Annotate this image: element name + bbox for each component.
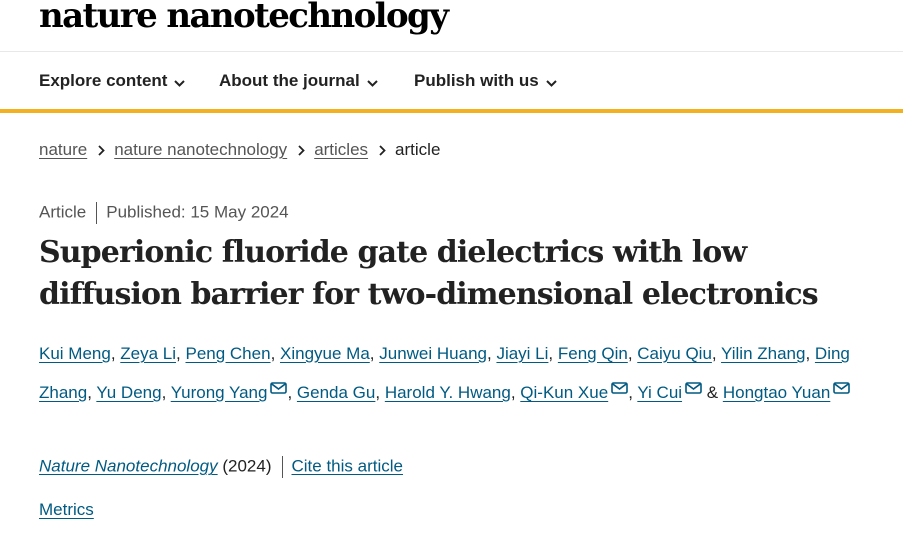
- article-title: Superionic fluoride gate dielectrics wit…: [39, 235, 819, 312]
- chevron-right-icon: [379, 141, 386, 161]
- nav-label: Explore content: [39, 71, 168, 90]
- breadcrumb-current: article: [395, 140, 441, 159]
- nav-about-journal[interactable]: About the journal: [219, 71, 378, 92]
- published-date: Published: 15 May 2024: [106, 202, 289, 222]
- author-link[interactable]: Xingyue Ma: [280, 344, 370, 363]
- author-link[interactable]: Hongtao Yuan: [723, 383, 830, 402]
- chevron-down-icon: [174, 72, 186, 92]
- author-link[interactable]: Yu Deng: [96, 383, 161, 402]
- author-link[interactable]: Zeya Li: [120, 344, 176, 363]
- breadcrumb: nature nature nanotechnology articles artic…: [39, 140, 440, 161]
- main-nav: Explore content About the journal Publis…: [0, 52, 903, 113]
- author-link[interactable]: Caiyu Qiu: [637, 344, 712, 363]
- author-link[interactable]: Qi-Kun Xue: [520, 383, 608, 402]
- nav-label: About the journal: [219, 71, 360, 90]
- author-link[interactable]: Genda Gu: [297, 383, 375, 402]
- meta-divider: [96, 202, 98, 224]
- article-type: Article: [39, 202, 87, 222]
- article-meta: Article Published: 15 May 2024: [39, 202, 289, 224]
- chevron-down-icon: [367, 72, 378, 92]
- citation-divider: [281, 456, 283, 478]
- chevron-down-icon: [545, 72, 557, 92]
- author-link[interactable]: Yi Cui: [637, 383, 682, 402]
- nav-publish-with-us[interactable]: Publish with us: [414, 71, 557, 92]
- author-link[interactable]: Peng Chen: [185, 344, 270, 363]
- author-link[interactable]: Feng Qin: [558, 344, 628, 363]
- author-link[interactable]: Yurong Yang: [171, 383, 268, 402]
- envelope-icon[interactable]: [685, 371, 702, 394]
- chevron-right-icon: [98, 141, 105, 161]
- envelope-icon[interactable]: [611, 371, 628, 394]
- masthead: nature nanotechnology: [0, 0, 903, 52]
- author-link[interactable]: Kui Meng: [39, 344, 111, 363]
- journal-name-link[interactable]: Nature Nanotechnology: [39, 456, 218, 475]
- cite-article-link[interactable]: Cite this article: [292, 456, 403, 475]
- metrics-link[interactable]: Metrics: [39, 500, 94, 520]
- nav-label: Publish with us: [414, 71, 539, 90]
- author-link[interactable]: Junwei Huang: [379, 344, 487, 363]
- nav-explore-content[interactable]: Explore content: [39, 71, 186, 92]
- breadcrumb-link-journal[interactable]: nature nanotechnology: [114, 140, 287, 159]
- author-list: Kui Meng, Zeya Li, Peng Chen, Xingyue Ma…: [39, 344, 851, 402]
- author-link[interactable]: Yilin Zhang: [721, 344, 805, 363]
- author-link[interactable]: Jiayi Li: [496, 344, 548, 363]
- author-link[interactable]: Harold Y. Hwang: [385, 383, 511, 402]
- citation-line: Nature Nanotechnology (2024) Cite this ar…: [39, 456, 403, 478]
- envelope-icon[interactable]: [270, 371, 288, 394]
- publication-year: (2024): [222, 456, 272, 476]
- breadcrumb-link-articles[interactable]: articles: [314, 140, 368, 159]
- breadcrumb-link-nature[interactable]: nature: [39, 140, 87, 159]
- envelope-icon[interactable]: [833, 371, 851, 394]
- journal-logo[interactable]: nature nanotechnology: [39, 0, 449, 36]
- chevron-right-icon: [298, 141, 305, 161]
